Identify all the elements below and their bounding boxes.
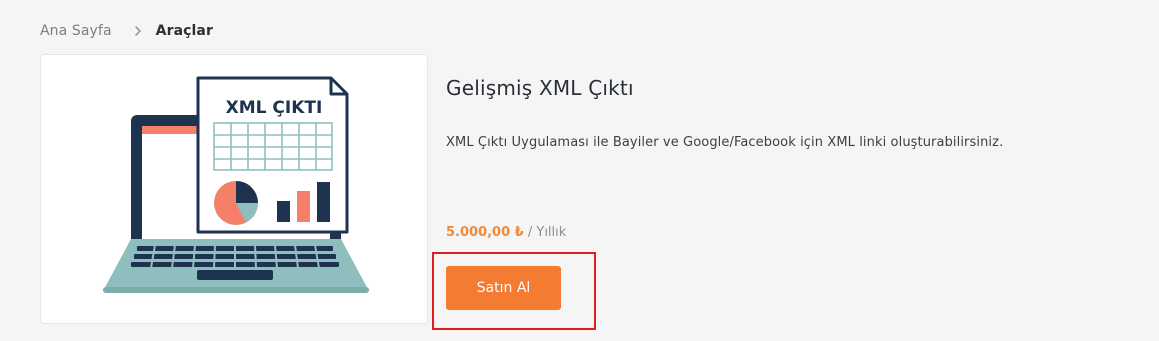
- buy-button[interactable]: Satın Al: [446, 266, 561, 310]
- breadcrumb-home-link[interactable]: Ana Sayfa: [40, 23, 112, 39]
- price-row: 5.000,00 ₺ / Yıllık: [446, 225, 566, 240]
- chevron-right-icon: [134, 26, 141, 36]
- breadcrumb-current: Araçlar: [155, 23, 213, 39]
- product-description: XML Çıktı Uygulaması ile Bayiler ve Goog…: [446, 135, 1004, 150]
- billing-period: / Yıllık: [523, 225, 567, 240]
- xml-output-illustration: XML ÇIKTI: [103, 76, 369, 293]
- illustration-title: XML ÇIKTI: [226, 98, 323, 118]
- product-image-card: XML ÇIKTI: [40, 54, 428, 324]
- breadcrumb: Ana Sayfa Araçlar: [40, 20, 213, 42]
- product-price: 5.000,00 ₺: [446, 225, 524, 240]
- product-title: Gelişmiş XML Çıktı: [446, 76, 634, 100]
